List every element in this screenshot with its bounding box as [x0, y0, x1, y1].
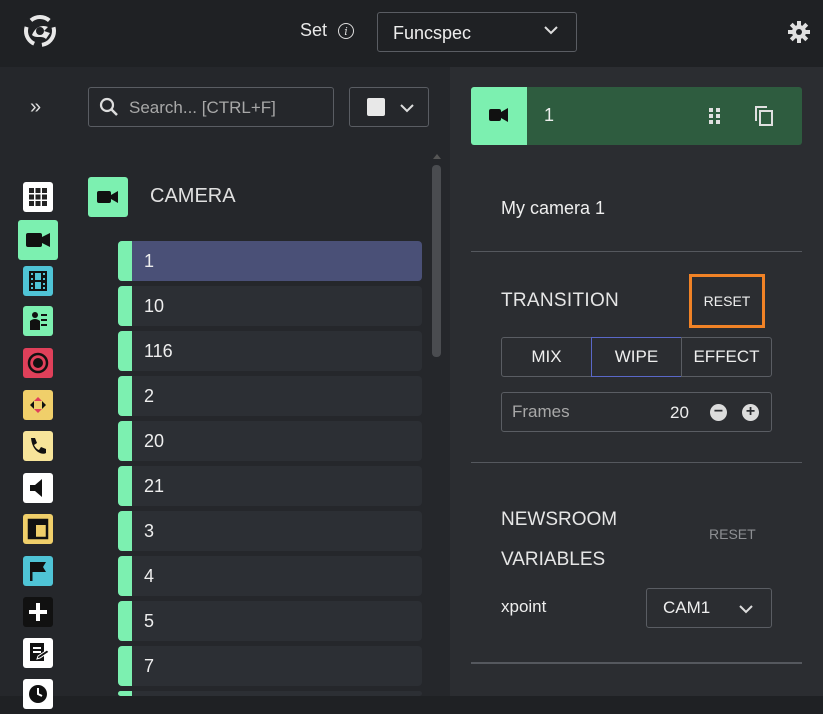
- plus-icon[interactable]: [23, 597, 53, 627]
- color-swatch: [367, 98, 385, 116]
- list-item-label: 3: [144, 521, 155, 541]
- transition-icon[interactable]: [23, 390, 53, 420]
- item-color-stripe: [118, 646, 132, 686]
- newsroom-reset-button[interactable]: RESET: [709, 526, 756, 542]
- list-item-label: 4: [144, 566, 155, 586]
- chevron-down-icon: [544, 26, 558, 35]
- mix-button[interactable]: MIX: [501, 337, 592, 377]
- transition-section-title: TRANSITION: [501, 290, 620, 311]
- xpoint-select-value: CAM1: [663, 598, 711, 617]
- expand-sidebar-icon[interactable]: »: [30, 96, 41, 119]
- detail-header: 1: [471, 87, 802, 145]
- list-item[interactable]: 21: [118, 466, 422, 506]
- camera-name: My camera 1: [501, 198, 606, 218]
- gear-icon[interactable]: [787, 20, 811, 44]
- set-select[interactable]: Funcspec: [377, 12, 577, 52]
- list-item-label: 5: [144, 611, 155, 631]
- list-item[interactable]: 10: [118, 286, 422, 326]
- list-item[interactable]: 7: [118, 646, 422, 686]
- xpoint-label: xpoint: [501, 597, 547, 616]
- list-item-label: 2: [144, 386, 155, 406]
- list-item[interactable]: [118, 691, 422, 696]
- search-input[interactable]: [127, 96, 331, 120]
- list-item-label: 1: [144, 251, 155, 271]
- scroll-up-arrow-icon[interactable]: [433, 154, 441, 159]
- list-item[interactable]: 1: [118, 241, 422, 281]
- item-color-stripe: [118, 331, 132, 371]
- chevron-down-icon: [400, 104, 414, 113]
- divider: [471, 251, 802, 252]
- category-title: CAMERA: [150, 185, 236, 207]
- layout-icon[interactable]: [23, 514, 53, 544]
- app-logo-icon[interactable]: [22, 13, 58, 49]
- frames-stepper[interactable]: Frames 20 − +: [501, 392, 772, 432]
- scrollbar-thumb[interactable]: [432, 165, 441, 357]
- plus-circle-icon[interactable]: +: [742, 404, 759, 421]
- transition-type-selector: MIX WIPE EFFECT: [501, 337, 772, 377]
- set-label: Set: [300, 20, 328, 40]
- minus-circle-icon[interactable]: −: [710, 404, 727, 421]
- speaker-icon[interactable]: [23, 473, 53, 503]
- video-camera-icon: [88, 177, 128, 217]
- record-icon[interactable]: [23, 348, 53, 378]
- list-item[interactable]: 2: [118, 376, 422, 416]
- list-item[interactable]: 5: [118, 601, 422, 641]
- clock-icon[interactable]: [23, 679, 53, 709]
- item-color-stripe: [118, 511, 132, 551]
- xpoint-select[interactable]: CAM1: [646, 588, 772, 628]
- list-item-label: 7: [144, 656, 155, 676]
- copy-icon[interactable]: [754, 105, 774, 127]
- flag-icon[interactable]: [23, 556, 53, 586]
- effect-button[interactable]: EFFECT: [681, 337, 772, 377]
- chevron-down-icon: [739, 605, 753, 614]
- wipe-button[interactable]: WIPE: [591, 337, 682, 377]
- divider: [471, 462, 802, 463]
- transition-reset-button[interactable]: RESET: [689, 274, 765, 328]
- list-item-label: 21: [144, 476, 165, 496]
- set-select-value: Funcspec: [393, 23, 472, 43]
- list-item-label: 116: [144, 341, 173, 361]
- list-item[interactable]: 4: [118, 556, 422, 596]
- list-item[interactable]: 20: [118, 421, 422, 461]
- video-camera-icon[interactable]: [18, 220, 58, 260]
- color-filter-select[interactable]: [349, 87, 429, 127]
- item-color-stripe: [118, 556, 132, 596]
- item-color-stripe: [118, 691, 132, 696]
- script-icon[interactable]: [23, 638, 53, 668]
- frames-label: Frames: [512, 402, 570, 421]
- detail-title: 1: [544, 105, 555, 125]
- list-item[interactable]: 3: [118, 511, 422, 551]
- film-icon[interactable]: [23, 266, 53, 296]
- list-item[interactable]: 116: [118, 331, 422, 371]
- newsroom-section-title: NEWSROOM VARIABLES: [501, 509, 618, 570]
- item-color-stripe: [118, 286, 132, 326]
- info-icon[interactable]: i: [338, 23, 354, 39]
- item-color-stripe: [118, 601, 132, 641]
- list-item-label: 20: [144, 431, 165, 451]
- search-box[interactable]: [88, 87, 334, 127]
- presenter-icon[interactable]: [23, 306, 53, 336]
- video-camera-icon: [471, 87, 527, 145]
- search-icon: [99, 97, 118, 116]
- list-item-label: 10: [144, 296, 165, 316]
- divider: [471, 662, 802, 664]
- item-color-stripe: [118, 241, 132, 281]
- item-color-stripe: [118, 376, 132, 416]
- phone-icon[interactable]: [23, 431, 53, 461]
- item-color-stripe: [118, 421, 132, 461]
- frames-value[interactable]: 20: [670, 403, 689, 423]
- drag-handle-icon[interactable]: [708, 107, 722, 125]
- item-color-stripe: [118, 466, 132, 506]
- grid-icon[interactable]: [23, 182, 53, 212]
